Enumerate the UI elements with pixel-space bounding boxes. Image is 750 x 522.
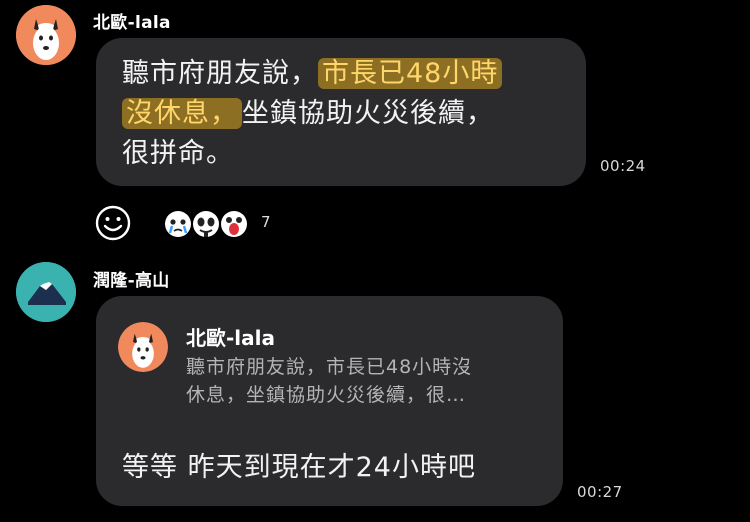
message-line: 聽市府朋友說， 市長已48小時: [122, 54, 582, 94]
message-time: 00:24: [600, 157, 646, 175]
mountain-avatar-icon: [16, 262, 76, 322]
highlight: 沒休息，: [122, 98, 242, 129]
add-reaction-smiley-icon: [95, 205, 131, 241]
reply-line: 聽市府朋友說，市長已48小時沒: [186, 356, 473, 378]
dog-avatar-icon: [16, 5, 76, 65]
message-text: 等等 昨天到現在才24小時吧: [122, 452, 476, 483]
shocked-sticker-icon: [221, 211, 247, 237]
reaction-count: 7: [261, 213, 271, 231]
dog-avatar-icon: [118, 322, 168, 372]
avatar-lala[interactable]: [16, 5, 76, 65]
reaction-summary[interactable]: 7: [164, 206, 274, 240]
add-reaction-button[interactable]: [94, 204, 132, 242]
message-line: 很拼命。: [122, 138, 234, 169]
reply-sender-name: 北歐-lala: [186, 326, 276, 350]
message-line: 沒休息， 坐鎮協助火災後續，: [122, 94, 582, 134]
reply-preview: 聽市府朋友說，市長已48小時沒 休息，坐鎮協助火災後續，很…: [186, 353, 546, 409]
reply-line: 休息，坐鎮協助火災後續，很…: [186, 384, 467, 406]
highlight: 市長已48小時: [318, 58, 503, 89]
crying-sticker-icon: [165, 211, 191, 237]
reply-avatar: [118, 322, 168, 372]
sender-name: 潤隆-高山: [93, 271, 170, 291]
message-time: 00:27: [577, 483, 623, 501]
quoted-reply[interactable]: 北歐-lala 聽市府朋友說，市長已48小時沒 休息，坐鎮協助火災後續，很…: [110, 308, 550, 420]
message-text: 聽市府朋友說， 市長已48小時 沒休息， 坐鎮協助火災後續， 很拼命。: [122, 54, 582, 174]
avatar-gaoshan[interactable]: [16, 262, 76, 322]
sender-name: 北歐-lala: [93, 13, 171, 33]
panda-sticker-icon: [193, 211, 219, 237]
